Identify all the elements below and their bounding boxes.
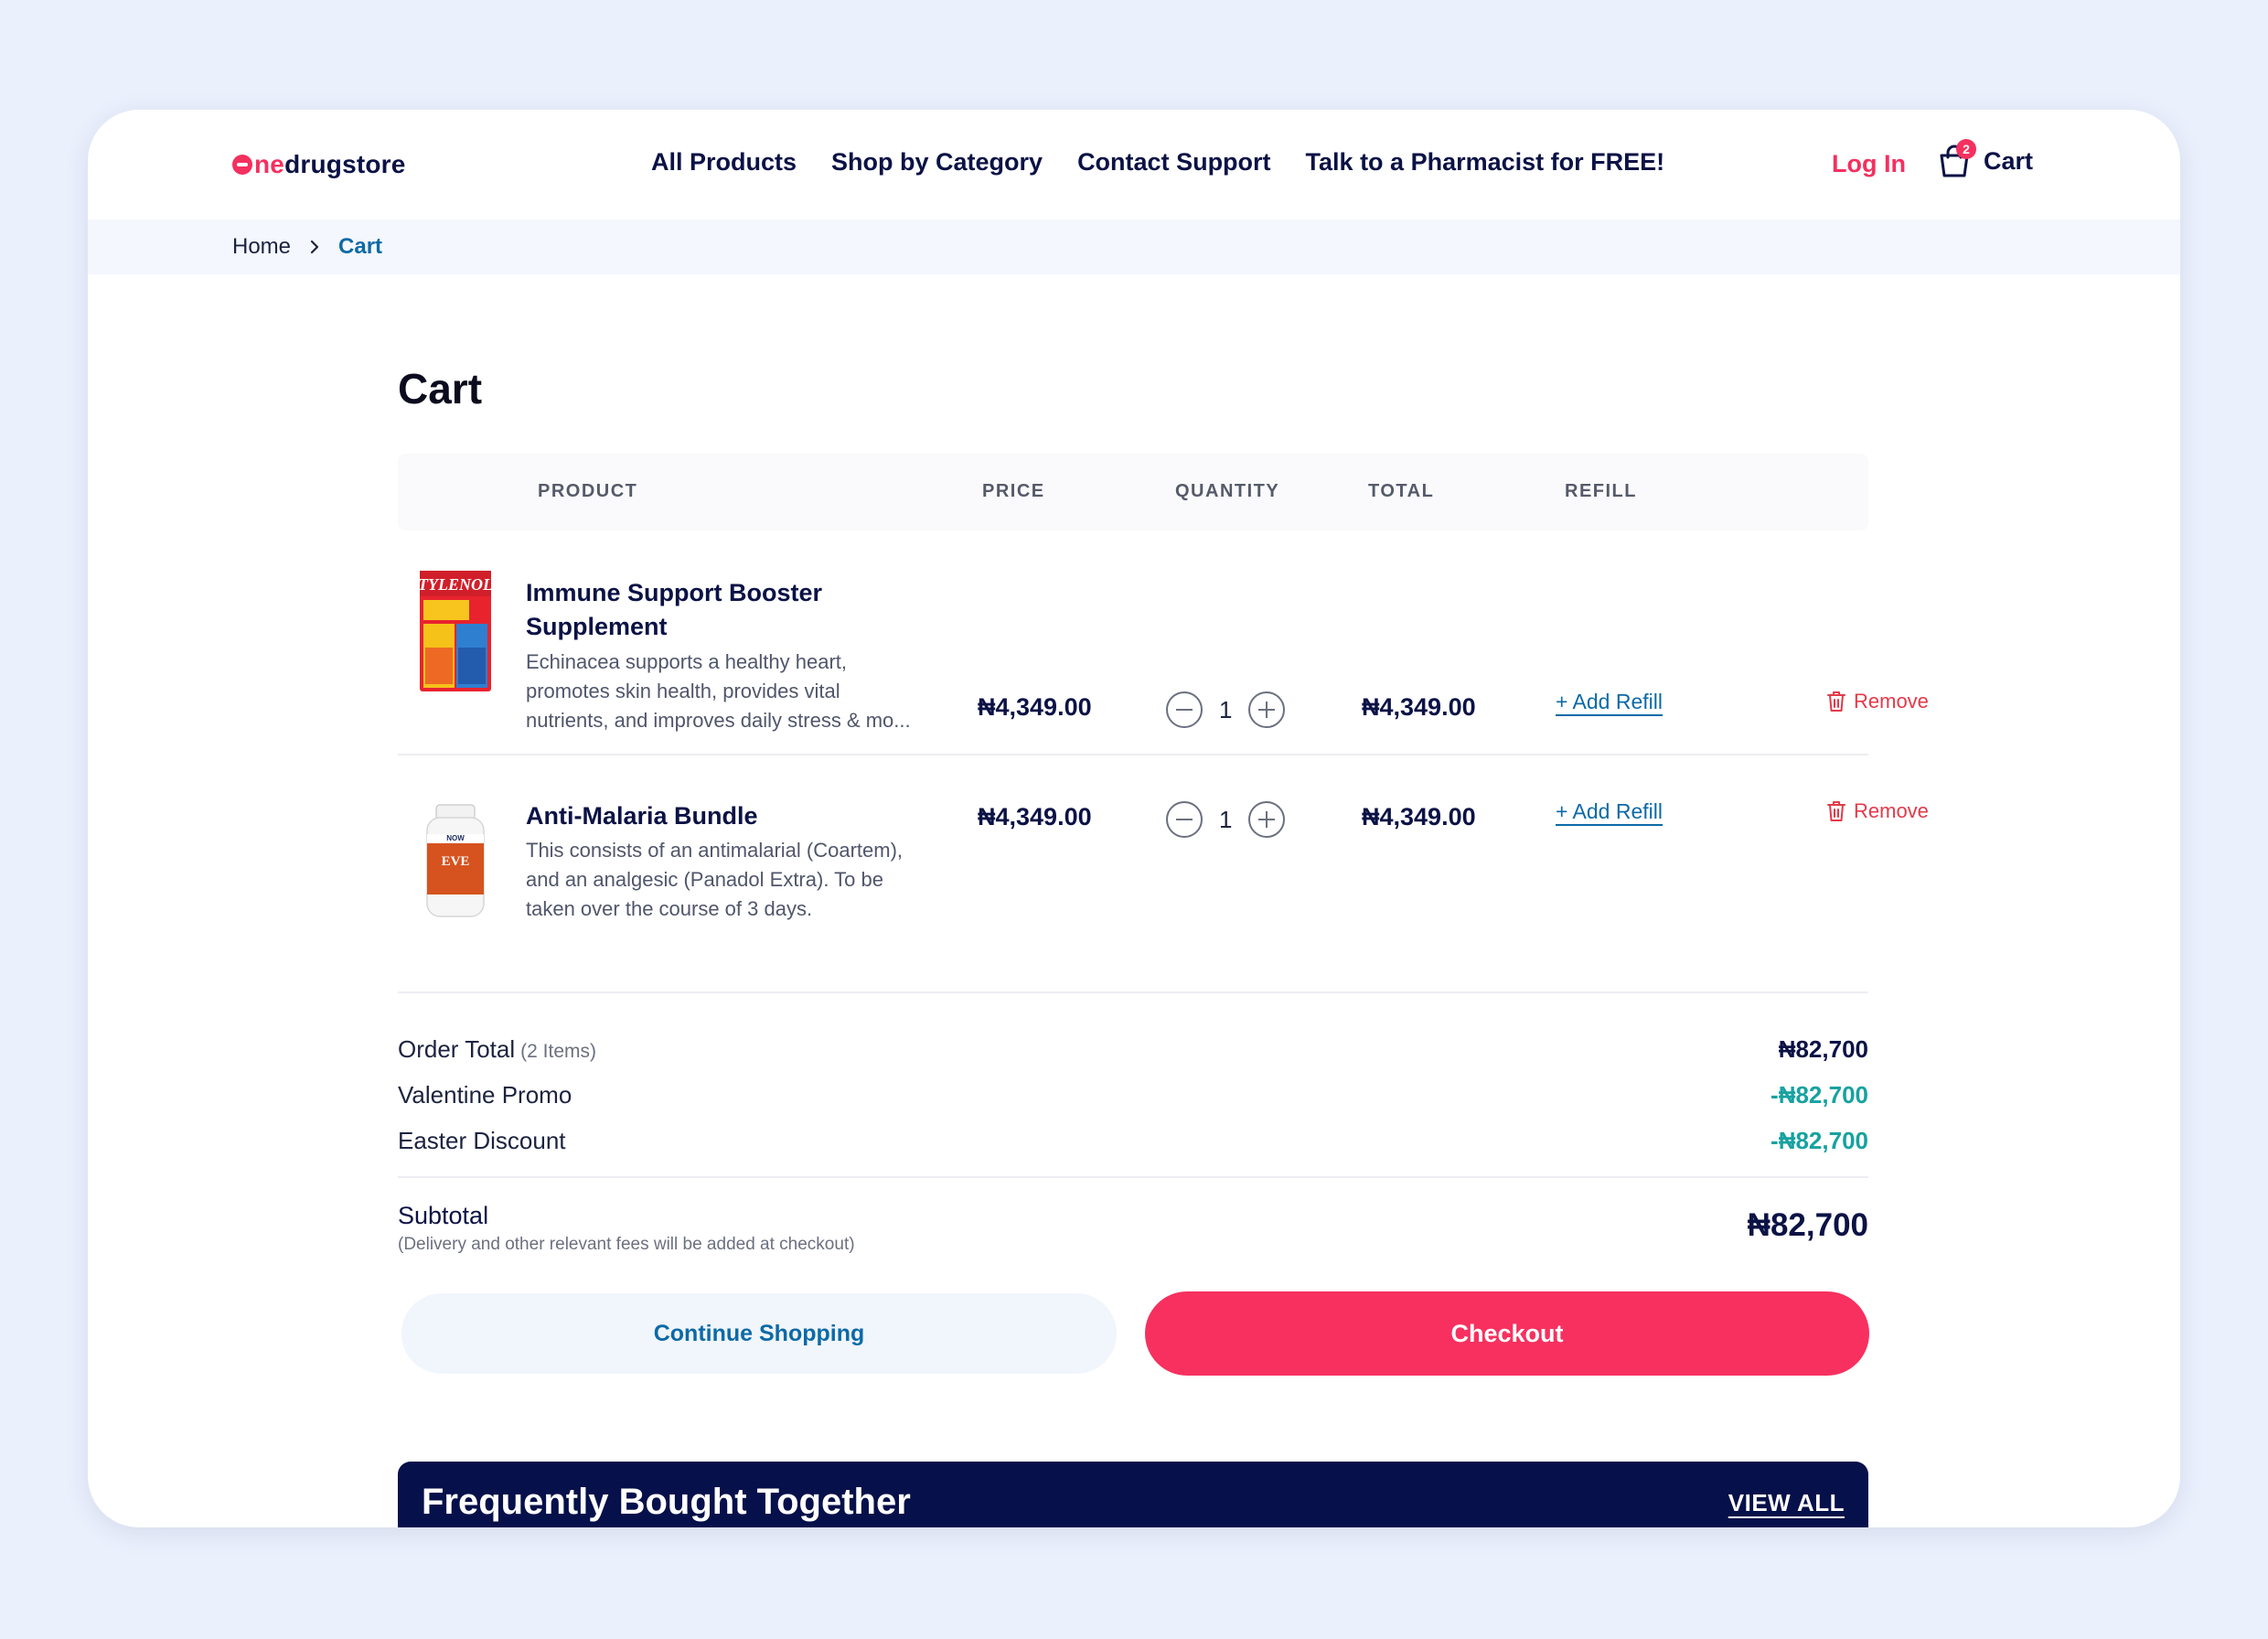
supplement-bottle-icon[interactable]: NOW EVE <box>416 798 495 926</box>
breadcrumb-current: Cart <box>338 234 383 259</box>
cart-item-row: NOW EVE Anti-Malaria Bundle This consist… <box>398 755 1929 993</box>
add-refill-link[interactable]: + Add Refill <box>1556 799 1663 824</box>
remove-label: Remove <box>1854 799 1929 822</box>
login-link[interactable]: Log In <box>1832 150 1906 178</box>
item-total: ₦4,349.00 <box>1362 803 1476 830</box>
quantity-value: 1 <box>1219 695 1233 723</box>
add-refill-link[interactable]: + Add Refill <box>1556 690 1663 714</box>
product-name[interactable]: Anti-Malaria Bundle <box>526 799 919 833</box>
increase-quantity-button[interactable] <box>1248 691 1285 728</box>
remove-item-button[interactable]: Remove <box>1826 799 1929 823</box>
subtotal-label: Subtotal <box>398 1202 489 1229</box>
decrease-quantity-button[interactable] <box>1166 691 1203 728</box>
tylenol-box-icon[interactable]: TYLENOL <box>416 567 495 695</box>
summary-divider <box>398 1176 1868 1178</box>
site-header: nedrugstore All Products Shop by Categor… <box>88 110 2180 220</box>
product-name[interactable]: Immune Support Booster Supplement <box>526 576 919 644</box>
breadcrumb: Home Cart <box>88 220 2180 274</box>
column-header-refill: REFILL <box>1565 481 1637 501</box>
promo-label: Valentine Promo <box>398 1081 572 1109</box>
chevron-right-icon <box>307 236 322 258</box>
column-header-total: TOTAL <box>1368 481 1435 501</box>
product-description: This consists of an antimalarial (Coarte… <box>526 839 904 920</box>
nav-shop-by-category[interactable]: Shop by Category <box>831 148 1043 177</box>
increase-quantity-button[interactable] <box>1248 801 1285 838</box>
product-description: Echinacea supports a healthy heart, prom… <box>526 650 911 732</box>
quantity-value: 1 <box>1219 805 1233 833</box>
item-price: ₦4,349.00 <box>978 693 1092 721</box>
trash-icon <box>1827 691 1845 712</box>
shopping-bag-icon: 2 <box>1936 139 1976 179</box>
promo-amount: -₦82,700 <box>1771 1081 1868 1109</box>
decrease-quantity-button[interactable] <box>1166 801 1203 838</box>
view-all-link[interactable]: VIEW ALL <box>1728 1489 1845 1517</box>
frequently-bought-together-section: Frequently Bought Together VIEW ALL <box>398 1462 1868 1527</box>
column-header-product: PRODUCT <box>538 481 638 501</box>
app-window: nedrugstore All Products Shop by Categor… <box>88 110 2180 1527</box>
continue-shopping-button[interactable]: Continue Shopping <box>401 1293 1117 1374</box>
promo-label: Easter Discount <box>398 1127 566 1154</box>
order-item-count: (2 Items) <box>520 1041 596 1062</box>
order-total-label: Order Total <box>398 1035 516 1063</box>
cart-table-header: PRODUCT PRICE QUANTITY TOTAL REFILL <box>398 454 1868 530</box>
logo-mark-icon <box>232 155 252 175</box>
nav-all-products[interactable]: All Products <box>651 148 797 177</box>
cart-label: Cart <box>1984 146 2034 175</box>
item-total: ₦4,349.00 <box>1362 693 1476 721</box>
cart-button[interactable]: 2 Cart <box>1936 139 2034 179</box>
column-header-quantity: QUANTITY <box>1175 481 1280 501</box>
svg-text:NOW: NOW <box>446 834 465 842</box>
page-title: Cart <box>398 365 483 412</box>
trash-icon <box>1827 801 1845 821</box>
quantity-stepper: 1 <box>1166 801 1285 838</box>
promo-amount: -₦82,700 <box>1771 1127 1868 1154</box>
cart-item-row: TYLENOL Immune Support Booster Supplemen… <box>398 567 1929 755</box>
order-total-amount: ₦82,700 <box>1778 1035 1868 1063</box>
quantity-stepper: 1 <box>1166 691 1285 728</box>
promo-line: Valentine Promo -₦82,700 <box>398 1081 1868 1109</box>
brand-logo[interactable]: nedrugstore <box>232 146 406 183</box>
subtotal-note: (Delivery and other relevant fees will b… <box>398 1235 855 1254</box>
nav-contact-support[interactable]: Contact Support <box>1077 148 1270 177</box>
breadcrumb-home[interactable]: Home <box>232 234 291 260</box>
subtotal-amount: ₦82,700 <box>1747 1207 1868 1243</box>
item-price: ₦4,349.00 <box>978 803 1092 830</box>
section-title: Frequently Bought Together <box>422 1482 911 1522</box>
cart-count-badge: 2 <box>1956 139 1976 159</box>
svg-text:EVE: EVE <box>442 854 470 869</box>
column-header-price: PRICE <box>982 481 1045 501</box>
remove-item-button[interactable]: Remove <box>1826 690 1929 713</box>
main-nav: All Products Shop by Category Contact Su… <box>651 148 1664 177</box>
svg-text:TYLENOL: TYLENOL <box>418 575 493 594</box>
nav-talk-to-pharmacist[interactable]: Talk to a Pharmacist for FREE! <box>1306 148 1665 177</box>
promo-line: Easter Discount -₦82,700 <box>398 1127 1868 1155</box>
order-total-line: Order Total (2 Items) ₦82,700 <box>398 1035 1868 1064</box>
remove-label: Remove <box>1854 690 1929 712</box>
checkout-button[interactable]: Checkout <box>1145 1291 1869 1376</box>
